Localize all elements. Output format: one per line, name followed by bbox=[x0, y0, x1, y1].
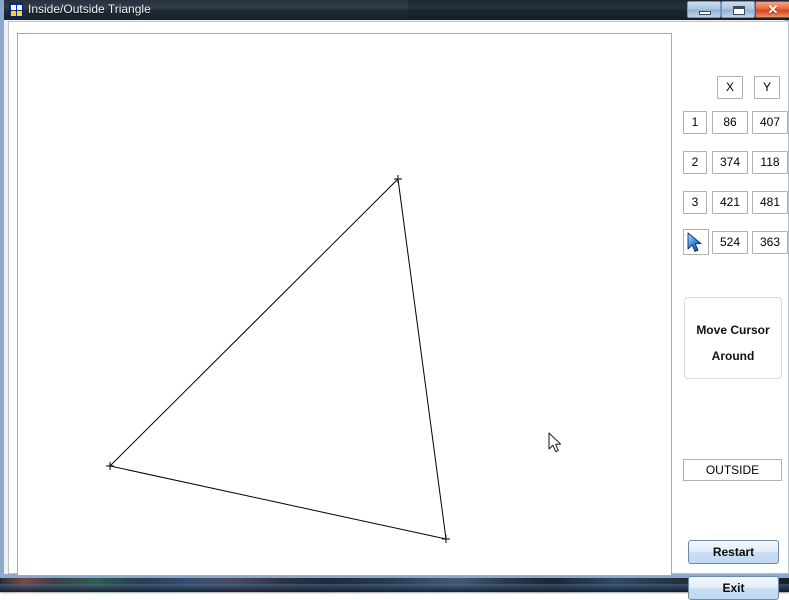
vertex-3-x[interactable]: 421 bbox=[712, 191, 748, 214]
hint-line-2: Around bbox=[685, 343, 781, 369]
vertex-1-x[interactable]: 86 bbox=[712, 111, 748, 134]
application-window: Inside/Outside Triangle ✕ bbox=[0, 0, 789, 578]
minimize-button[interactable] bbox=[687, 1, 721, 18]
side-panel: X Y 1 86 407 2 374 118 3 421 481 bbox=[676, 33, 782, 576]
status-badge: OUTSIDE bbox=[683, 459, 782, 481]
vertex-1-y[interactable]: 407 bbox=[752, 111, 788, 134]
exit-button[interactable]: Exit bbox=[688, 576, 779, 600]
minimize-icon bbox=[699, 11, 711, 15]
cursor-x-value: 524 bbox=[712, 231, 748, 254]
close-icon: ✕ bbox=[756, 2, 789, 17]
triangle-drawing bbox=[18, 34, 671, 575]
mouse-pointer-icon bbox=[684, 230, 708, 254]
restart-button[interactable]: Restart bbox=[688, 540, 779, 564]
maximize-button[interactable] bbox=[721, 1, 755, 18]
triangle-canvas[interactable] bbox=[17, 33, 672, 576]
table-row: 2 bbox=[683, 151, 707, 174]
table-row: 1 bbox=[683, 111, 707, 134]
window-client-area: X Y 1 86 407 2 374 118 3 421 481 bbox=[8, 21, 789, 574]
table-header-x: X bbox=[717, 76, 743, 99]
table-row: 3 bbox=[683, 191, 707, 214]
hint-box: Move Cursor Around bbox=[684, 297, 782, 379]
cursor-y-value: 363 bbox=[752, 231, 788, 254]
vertex-3-y[interactable]: 481 bbox=[752, 191, 788, 214]
desktop-background: Programming ▸ QB64 Programming ▸ ... Ins… bbox=[0, 0, 789, 592]
triangle-shape bbox=[110, 179, 446, 539]
qb64-app-icon bbox=[9, 3, 23, 17]
title-bar[interactable]: Inside/Outside Triangle ✕ bbox=[4, 0, 789, 20]
maximize-icon bbox=[733, 6, 745, 15]
vertex-2-y[interactable]: 118 bbox=[752, 151, 788, 174]
vertex-2-x[interactable]: 374 bbox=[712, 151, 748, 174]
window-title: Inside/Outside Triangle bbox=[28, 2, 151, 16]
vertex-markers bbox=[106, 175, 450, 543]
cursor-row-icon-cell bbox=[683, 229, 709, 255]
hint-line-1: Move Cursor bbox=[685, 317, 781, 343]
close-button[interactable]: ✕ bbox=[755, 1, 789, 18]
table-header-y: Y bbox=[754, 76, 780, 99]
taskbar-strip[interactable] bbox=[0, 584, 789, 592]
